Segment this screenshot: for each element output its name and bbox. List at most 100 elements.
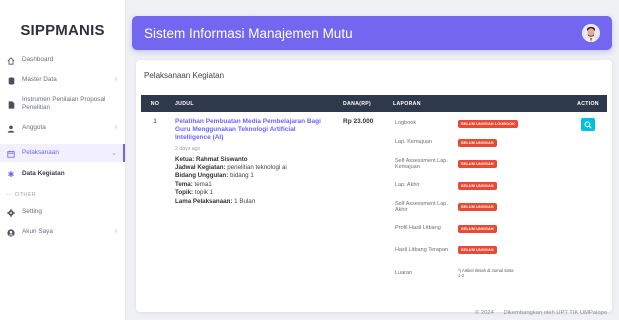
card-title: Pelaksanaan Kegiatan [144,71,225,80]
sidebar-item-label: Akun Saya [22,228,53,235]
sidebar-item-pelaksanaan[interactable]: Pelaksanaan ⌄ [0,144,125,162]
chevron-right-icon: › [114,76,117,83]
time-ago: 2 days ago [175,145,201,152]
sidebar-item-label: Dashboard [22,56,54,63]
kegiatan-details: Ketua: Rahmat Siswanto Jadwal Kegiatan: … [169,156,337,206]
status-badge[interactable]: BELUM UNGGAH [458,224,497,233]
ketua-line: Ketua: Rahmat Siswanto [175,156,337,164]
sidebar-item-label: Master Data [22,76,57,83]
laporan-label: Logbook [395,120,417,127]
sidebar-item-anggota[interactable]: Anggota › [0,124,125,144]
home-icon [6,57,16,67]
column-header-action: ACTION [569,95,607,112]
lama-value: 1 Bulan [234,197,256,205]
topik-label: Topik: [175,189,194,197]
chevron-right-icon: › [114,228,117,235]
laporan-item-lap-kemajuan: Lap. Kemajuan BELUM UNGGAH [387,133,569,152]
sidebar-item-instrumen[interactable]: Instrumen Penilaian Proposal Penelitian [0,96,125,124]
database-icon [6,77,16,87]
row-number: 1 [153,118,157,125]
user-icon [6,125,16,135]
laporan-label: Hasil Litbang Terapan [395,246,449,253]
dash-icon: — [6,192,12,198]
luaran-note: *) Artikel Ilmiah di Jurnal Sinta 1-2 [458,267,514,278]
status-badge[interactable]: BELUM UNGGAH [458,246,497,254]
status-badge[interactable]: BELUM UNGGAH [458,181,497,190]
sidebar: SIPPMANIS Dashboard Master Data › Instru… [0,0,126,320]
jadwal-label: Jadwal Kegiatan: [175,164,226,172]
avatar[interactable] [582,24,600,42]
footer-credit: Dikembangkan oleh UPT TIK UMPalopo [503,310,607,316]
view-detail-button[interactable] [581,118,595,131]
sidebar-item-label: Instrumen Penilaian Proposal Penelitian [22,96,106,111]
sidebar-item-akun-saya[interactable]: Akun Saya › [0,224,125,244]
ketua-label: Ketua: [175,155,195,163]
laporan-label: Self Assessment Lap. Kemajuan [395,157,448,170]
lama-label: Lama Pelaksanaan: [175,197,233,205]
footer-year: © 2024 [475,310,494,316]
chevron-down-icon: ⌄ [111,150,117,157]
laporan-label: Self Assessment Lap. Akhir [395,200,448,213]
status-badge[interactable]: BELUM UNGGAH [458,138,497,147]
sidebar-item-dashboard[interactable]: Dashboard [0,56,125,76]
jadwal-line: Jadwal Kegiatan: penelitian teknologi ai [175,164,337,172]
topik-value: topik 1 [194,189,214,197]
jadwal-value: penelitian teknologi ai [227,164,287,172]
tema-label: Tema: [175,180,193,188]
column-header-no: NO [141,95,169,112]
search-icon [584,121,592,129]
page-title: Sistem Informasi Manajemen Mutu [144,25,353,41]
laporan-item-self-assessment-akhir: Self Assessment Lap. Akhir BELUM UNGGAH [387,195,569,219]
action-cell [569,112,607,284]
laporan-item-profil-hasil-litbang: Profil Hasil Litbang BELUM UNGGAH [387,219,569,238]
top-header: Sistem Informasi Manajemen Mutu [132,16,612,50]
dana-cell: Rp 23.000 [337,112,387,284]
kegiatan-table: NO JUDUL DANA(RP) LAPORAN ACTION 1 Pelat… [141,95,607,284]
lama-line: Lama Pelaksanaan: 1 Bulan [175,198,337,206]
sidebar-item-label: Pelaksanaan [22,149,59,156]
footer: © 2024 Dikembangkan oleh UPT TIK UMPalop… [467,310,607,316]
sidebar-item-label: Anggota [22,124,46,131]
judul-cell: Pelatihan Pembuatan Media Pembelajaran B… [169,112,337,284]
laporan-cell: Logbook BELUM UNGGAH LOGBOOK Lap. Kemaju… [387,112,569,284]
document-icon [6,101,16,111]
laporan-label: Lap. Akhir [395,182,420,189]
calendar-icon [6,150,16,160]
tema-line: Tema: tema1 [175,181,337,189]
bidang-line: Bidang Unggulan: bidang 1 [175,172,337,180]
brand-logo[interactable]: SIPPMANIS [0,0,125,60]
status-badge[interactable]: BELUM UNGGAH [458,203,497,211]
tema-value: tema1 [194,180,212,188]
bidang-value: bidang 1 [230,172,254,180]
sidebar-item-label: Data Kegiatan [22,170,65,177]
sidebar-item-label: Setting [22,208,42,215]
laporan-item-lap-akhir: Lap. Akhir BELUM UNGGAH [387,176,569,195]
table-header-row: NO JUDUL DANA(RP) LAPORAN ACTION [141,95,607,112]
laporan-item-luaran: Luaran *) Artikel Ilmiah di Jurnal Sinta… [387,262,569,284]
laporan-item-self-assessment-kemajuan: Self Assessment Lap. Kemajuan BELUM UNGG… [387,152,569,176]
laporan-label: Lap. Kemajuan [395,139,432,146]
sidebar-item-master-data[interactable]: Master Data › [0,76,125,96]
section-label-other: — OTHER [0,184,125,204]
column-header-laporan: LAPORAN [387,95,569,112]
asterisk-icon: ✱ [7,170,15,179]
sidebar-item-setting[interactable]: Setting [0,204,125,224]
chevron-right-icon: › [114,124,117,131]
gear-icon [6,209,16,219]
laporan-item-hasil-litbang-terapan: Hasil Litbang Terapan BELUM UNGGAH [387,238,569,262]
sidebar-item-data-kegiatan[interactable]: ✱ Data Kegiatan [0,162,125,184]
table-row: 1 Pelatihan Pembuatan Media Pembelajaran… [141,112,607,284]
judul-link[interactable]: Pelatihan Pembuatan Media Pembelajaran B… [169,118,337,143]
column-header-dana: DANA(RP) [337,95,387,112]
section-label-text: OTHER [14,192,37,198]
status-badge[interactable]: BELUM UNGGAH LOGBOOK [458,119,519,128]
bidang-label: Bidang Unggulan: [175,172,229,180]
status-badge[interactable]: BELUM UNGGAH [458,160,497,168]
laporan-item-logbook: Logbook BELUM UNGGAH LOGBOOK [387,114,569,133]
main-card: Pelaksanaan Kegiatan NO JUDUL DANA(RP) L… [136,60,612,312]
column-header-judul: JUDUL [169,95,337,112]
account-icon [6,229,16,239]
ketua-value: Rahmat Siswanto [196,155,248,163]
topik-line: Topik: topik 1 [175,189,337,197]
laporan-label: Profil Hasil Litbang [395,225,441,232]
